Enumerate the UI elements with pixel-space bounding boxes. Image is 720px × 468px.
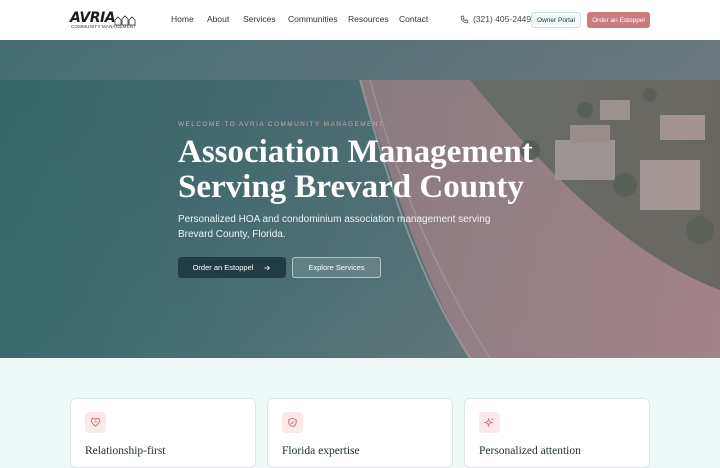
nav-link-communities[interactable]: Communities xyxy=(288,14,338,24)
order-estoppel-hero-button[interactable]: Order an Estoppel xyxy=(178,257,286,278)
hero-headline-line2: Serving Brevard County xyxy=(178,169,524,205)
phone-icon xyxy=(460,15,469,23)
arrow-right-icon xyxy=(264,265,271,270)
logo[interactable]: AVRIA COMMUNITY MANAGEMENT xyxy=(70,10,136,30)
phone-number: (321) 405-2449 xyxy=(473,14,532,24)
explore-services-button[interactable]: Explore Services xyxy=(292,257,381,278)
hero-eyebrow: WELCOME TO AVRIA COMMUNITY MANAGEMENT xyxy=(178,121,385,128)
nav-link-services[interactable]: Services xyxy=(243,14,276,24)
hero-section: WELCOME TO AVRIA COMMUNITY MANAGEMENT As… xyxy=(0,40,720,358)
order-estoppel-nav-button[interactable]: Order an Estoppel xyxy=(587,12,650,28)
owner-portal-button[interactable]: Owner Portal xyxy=(531,12,581,28)
hero-headline-line1: Association Management xyxy=(178,134,533,170)
top-navigation: AVRIA COMMUNITY MANAGEMENT Home About Se… xyxy=(0,0,720,40)
shield-check-icon xyxy=(282,412,303,433)
phone-link[interactable]: (321) 405-2449 xyxy=(460,14,531,24)
feature-card-relationship: Relationship-first xyxy=(70,398,256,468)
feature-card-title: Florida expertise xyxy=(282,445,360,457)
nav-link-contact[interactable]: Contact xyxy=(399,14,428,24)
feature-card-title: Personalized attention xyxy=(479,445,581,457)
heart-icon xyxy=(85,412,106,433)
sparkle-icon xyxy=(479,412,500,433)
order-estoppel-hero-label: Order an Estoppel xyxy=(192,263,254,272)
hero-subtitle: Personalized HOA and condominium associa… xyxy=(178,214,491,240)
nav-link-resources[interactable]: Resources xyxy=(348,14,389,24)
logo-subtext: COMMUNITY MANAGEMENT xyxy=(71,24,137,29)
feature-card-florida: Florida expertise xyxy=(267,398,453,468)
hero-headline: Association Management Serving Brevard C… xyxy=(178,135,598,205)
feature-card-title: Relationship-first xyxy=(85,445,166,457)
feature-card-personalized: Personalized attention xyxy=(464,398,650,468)
nav-link-home[interactable]: Home xyxy=(171,14,194,24)
features-section: Relationship-first Florida expertise Per… xyxy=(0,358,720,468)
nav-link-about[interactable]: About xyxy=(207,14,229,24)
